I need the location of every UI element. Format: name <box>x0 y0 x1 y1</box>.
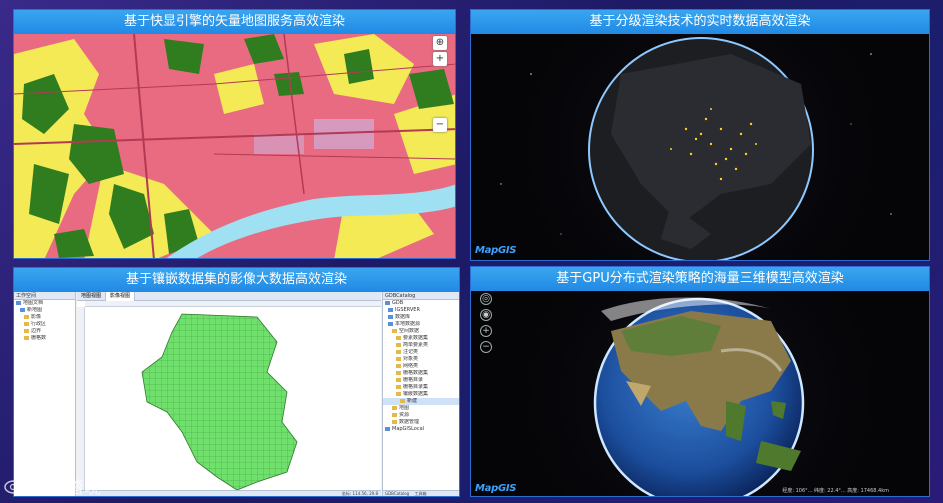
gis-desktop-app: 工作空间 地图文档 新地图 影像 行政区 边界 栅格数 地图视图 影像视图 坐标… <box>14 292 459 496</box>
tree-item[interactable]: 网络类 <box>383 363 459 370</box>
minus-icon[interactable]: − <box>480 341 492 353</box>
weibo-icon <box>4 478 25 494</box>
view-tabs: 地图视图 影像视图 <box>77 292 381 301</box>
panel-title: 基于镶嵌数据集的影像大数据高效渲染 <box>14 268 459 292</box>
tree-item[interactable]: 行政区 <box>14 321 75 328</box>
tab-map-view[interactable]: 地图视图 <box>77 292 107 301</box>
catalog-tabs: GDBCatalog 工具箱 <box>383 490 459 496</box>
mapgis-logo: MapGIS <box>475 245 517 256</box>
tree-item[interactable]: 新地图 <box>14 307 75 314</box>
tab-toolbox[interactable]: 工具箱 <box>415 491 427 496</box>
horizontal-ruler <box>85 301 381 307</box>
tree-item[interactable]: 栅格数据集 <box>383 370 459 377</box>
tree-item[interactable]: 空间数据 <box>383 328 459 335</box>
compass-icon[interactable]: ⊕ <box>433 36 447 50</box>
tilt-icon[interactable]: ◉ <box>480 309 492 321</box>
panel-title: 基于分级渲染技术的实时数据高效渲染 <box>471 10 929 34</box>
status-bar: 坐标: 114.56, 29.8 <box>77 490 381 496</box>
3d-globe-panel: 基于GPU分布式渲染策略的海量三维模型高效渲染 ◎ ◉ + − MapGIS 经… <box>470 266 930 497</box>
night-globe-viewport[interactable]: MapGIS <box>471 34 929 260</box>
tree-item[interactable]: 栅格目录 <box>383 377 459 384</box>
tree-item[interactable]: 数据管理 <box>383 419 459 426</box>
tree-item[interactable]: IGSERVER <box>383 307 459 314</box>
tree-item[interactable]: GDB <box>383 300 459 307</box>
tab-image-view[interactable]: 影像视图 <box>106 292 136 301</box>
plus-icon[interactable]: + <box>433 52 447 66</box>
tree-item[interactable]: 地图文档 <box>14 300 75 307</box>
vector-map <box>14 34 455 258</box>
tree-item[interactable]: 本地数据源 <box>383 321 459 328</box>
vector-map-viewport[interactable]: ⊕ + − <box>14 34 455 258</box>
workspace-header: 工作空间 <box>14 292 75 300</box>
catalog-pane: GDBCatalog GDB IGSERVER 数据库 本地数据源 空间数据 要… <box>382 292 459 496</box>
tree-item[interactable]: 栅格目录集 <box>383 384 459 391</box>
brand-watermark: 大数踏境 <box>4 474 102 498</box>
tree-item[interactable]: 新建 <box>383 398 459 405</box>
tree-item[interactable]: 边界 <box>14 328 75 335</box>
vector-map-panel: 基于快显引擎的矢量地图服务高效渲染 ⊕ + − <box>13 9 456 259</box>
mosaic-dataset-panel: 基于镶嵌数据集的影像大数据高效渲染 工作空间 地图文档 新地图 影像 行政区 边… <box>13 267 460 497</box>
tree-item[interactable]: 数据库 <box>383 314 459 321</box>
brand-text: 大数踏境 <box>30 477 102 498</box>
panel-title: 基于快显引擎的矢量地图服务高效渲染 <box>14 10 455 34</box>
tree-item[interactable]: 简单要素类 <box>383 342 459 349</box>
3d-globe-viewport[interactable]: ◎ ◉ + − MapGIS 经度: 106°... 纬度: 22.4°... … <box>471 291 929 496</box>
tree-item[interactable]: 影像 <box>14 314 75 321</box>
compass-icon[interactable]: ◎ <box>480 293 492 305</box>
tree-item[interactable]: 镶嵌数据集 <box>383 391 459 398</box>
catalog-header: GDBCatalog <box>383 292 459 300</box>
night-globe <box>500 37 892 260</box>
workspace-pane: 工作空间 地图文档 新地图 影像 行政区 边界 栅格数 <box>14 292 76 496</box>
plus-icon[interactable]: + <box>480 325 492 337</box>
panel-title: 基于GPU分布式渲染策略的海量三维模型高效渲染 <box>471 267 929 291</box>
tree-item[interactable]: 地图 <box>383 405 459 412</box>
tree-item[interactable]: MapGISLocal <box>383 426 459 433</box>
tab-gdbcatalog[interactable]: GDBCatalog <box>385 491 409 496</box>
mapgis-logo: MapGIS <box>475 483 517 494</box>
tree-item[interactable]: 要素数据集 <box>383 335 459 342</box>
tree-item[interactable]: 栅格数 <box>14 335 75 342</box>
coordinate-readout: 经度: 106°... 纬度: 22.4°... 高度: 17468.4km <box>782 488 889 494</box>
mosaic-raster <box>141 313 298 491</box>
realtime-globe-panel: 基于分级渲染技术的实时数据高效渲染 MapGIS <box>470 9 930 261</box>
tree-item[interactable]: 注记类 <box>383 349 459 356</box>
map-canvas-pane[interactable]: 地图视图 影像视图 坐标: 114.56, 29.8 <box>77 292 381 496</box>
earth-globe <box>593 297 805 496</box>
tree-item[interactable]: 资源 <box>383 412 459 419</box>
tree-item[interactable]: 对象类 <box>383 356 459 363</box>
minus-icon[interactable]: − <box>433 118 447 132</box>
vertical-ruler <box>77 307 85 490</box>
